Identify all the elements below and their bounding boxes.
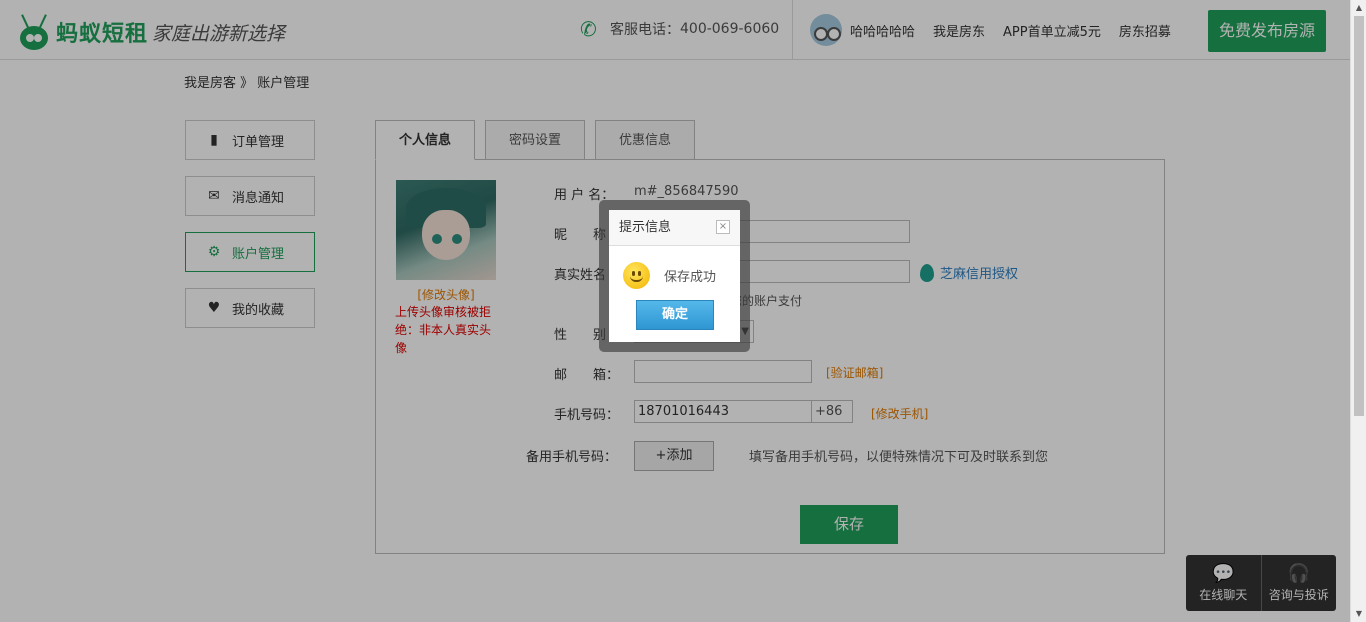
- dialog-body: 保存成功: [609, 246, 740, 289]
- scroll-down-arrow-icon[interactable]: ▼: [1351, 606, 1366, 622]
- close-icon[interactable]: ×: [716, 220, 730, 234]
- smiley-icon: [623, 262, 650, 289]
- scroll-thumb[interactable]: [1354, 16, 1364, 416]
- scroll-up-arrow-icon[interactable]: ▲: [1351, 0, 1366, 16]
- dialog-header: 提示信息 ×: [609, 210, 740, 246]
- dialog-title: 提示信息: [619, 220, 672, 235]
- confirm-button[interactable]: 确定: [636, 300, 714, 330]
- success-dialog: 提示信息 × 保存成功 确定: [609, 210, 740, 342]
- page-scrollbar[interactable]: ▲ ▼: [1350, 0, 1366, 622]
- dialog-message: 保存成功: [664, 270, 717, 285]
